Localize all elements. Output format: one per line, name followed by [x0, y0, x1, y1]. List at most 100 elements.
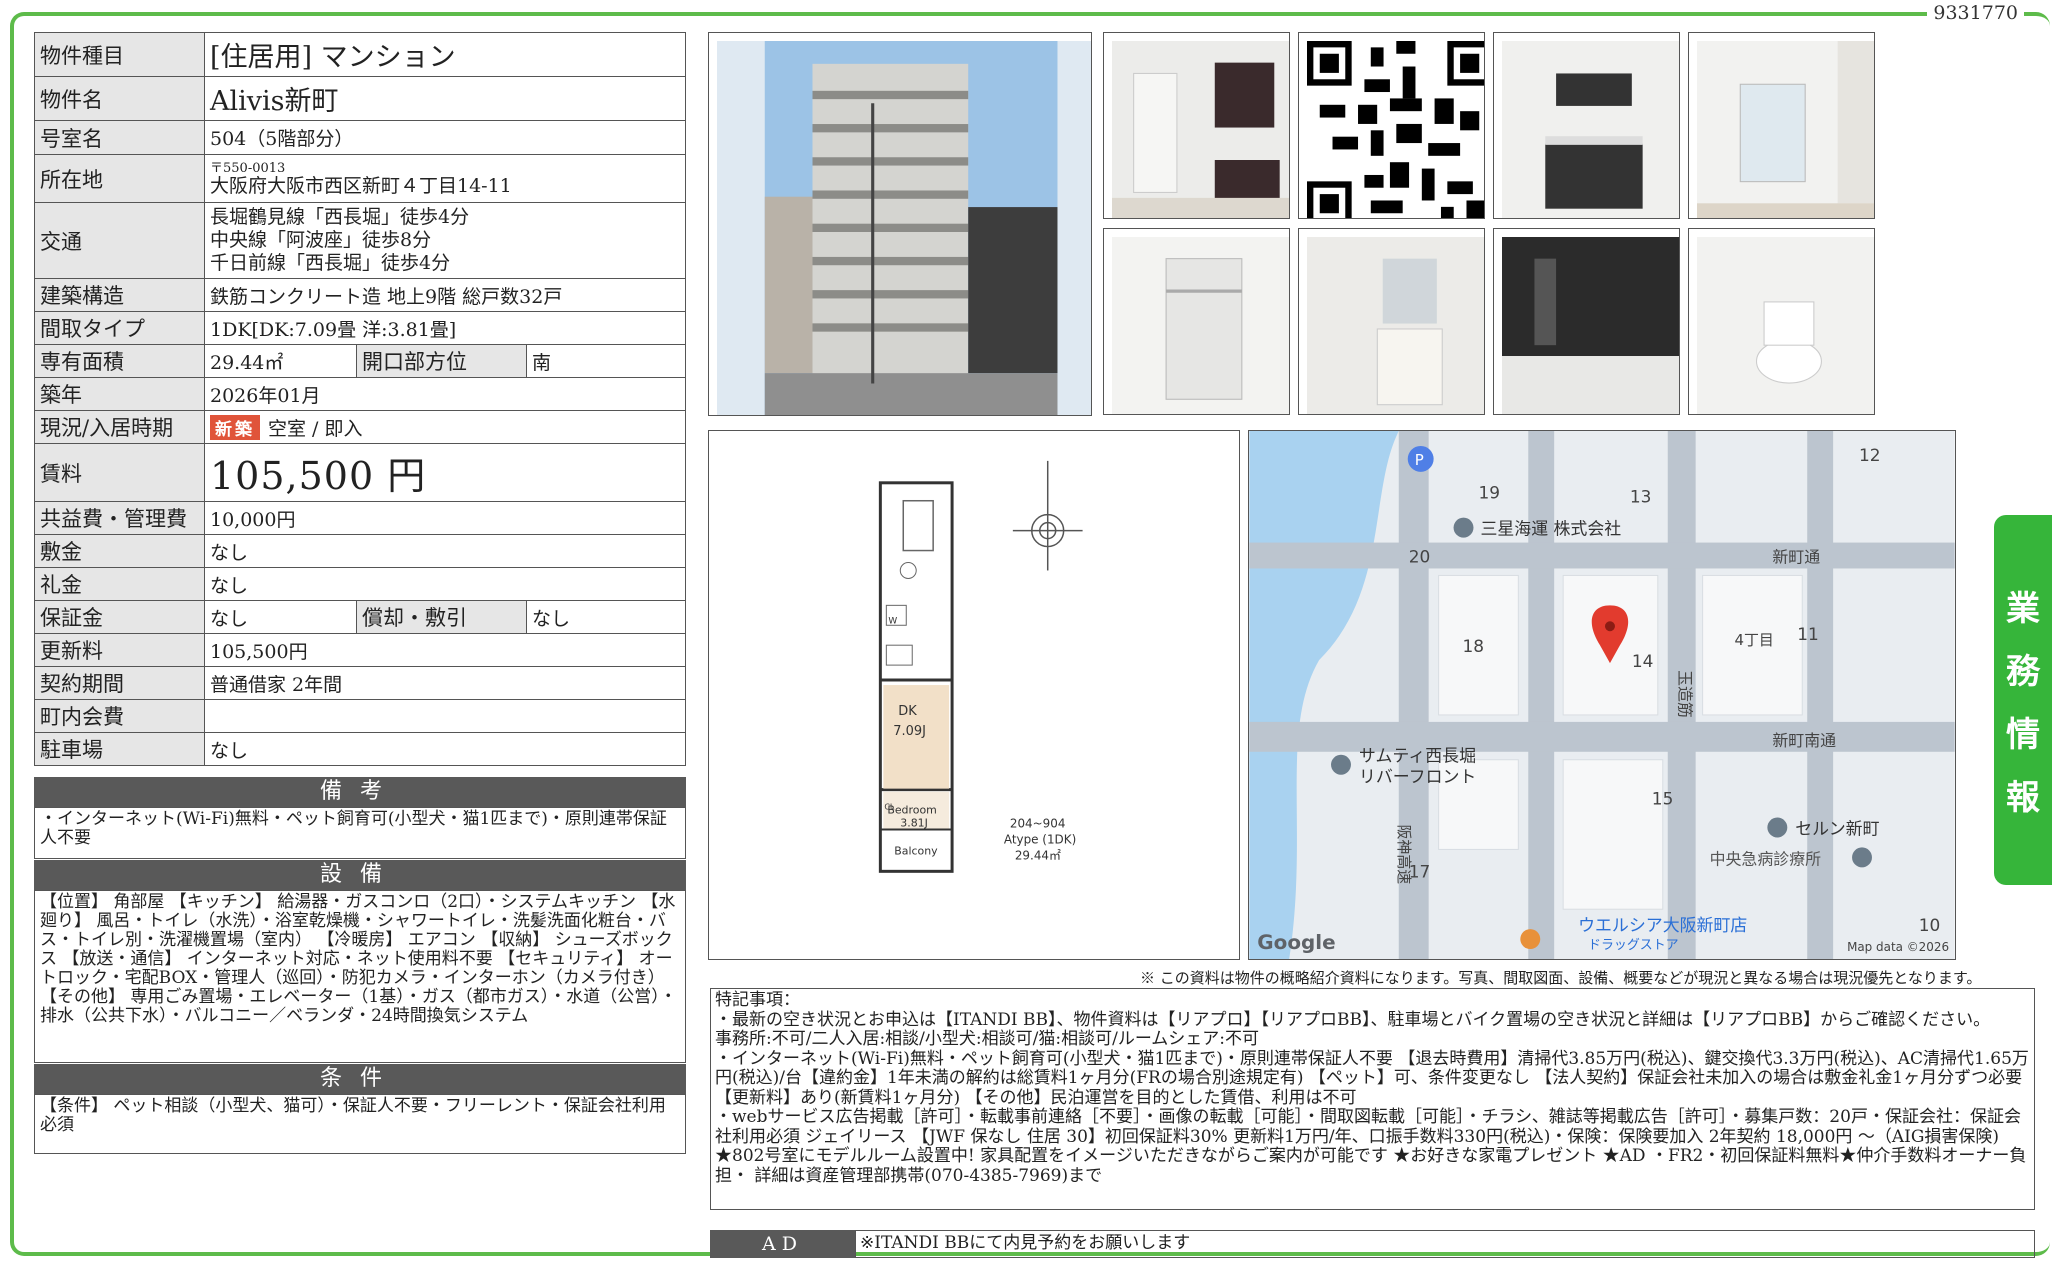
town-fee-label: 町内会費	[34, 699, 205, 733]
room-photo-4[interactable]	[1103, 228, 1290, 415]
floor-plan[interactable]: DK 7.09J Bedroom 3.81J W CL Balcony 204~…	[708, 430, 1240, 960]
rent-value: 105,500 円	[204, 443, 686, 502]
direction-value: 南	[526, 344, 686, 378]
amortization-label: 償却・敷引	[356, 600, 527, 634]
amortization-value: なし	[526, 600, 686, 634]
keymoney-label: 礼金	[34, 567, 205, 601]
type-value: [住居用] マンション	[204, 32, 686, 77]
layout-label: 間取タイプ	[34, 311, 205, 345]
google-logo: Google	[1257, 931, 1335, 954]
address-label: 所在地	[34, 154, 205, 203]
area-value: 29.44㎡	[204, 344, 357, 378]
unit-range: 204~904	[1010, 816, 1066, 830]
washer-label: W	[888, 616, 897, 626]
bedroom-size-label: 3.81J	[900, 817, 928, 830]
ad-value: ※ITANDI BBにて内見予約をお願いします	[855, 1230, 2035, 1258]
washroom-image	[1307, 237, 1484, 414]
conditions-header: 条件	[34, 1064, 686, 1094]
block-18: 18	[1463, 636, 1485, 656]
access-line: 長堀鶴見線「西長堀」徒歩4分	[210, 206, 470, 228]
structure-value: 鉄筋コンクリート造 地上9階 総戸数32戸	[204, 278, 686, 312]
disclaimer: ※ この資料は物件の概略紹介資料になります。写真、間取図面、設備、概要などが現況…	[1140, 969, 1982, 987]
tab-char: 報	[2006, 778, 2040, 818]
room-photo-1[interactable]	[1103, 32, 1290, 219]
block-13: 13	[1630, 487, 1652, 507]
access-label: 交通	[34, 202, 205, 279]
block-12: 12	[1859, 445, 1881, 465]
floor-plan-drawing: DK 7.09J Bedroom 3.81J W CL Balcony 204~…	[878, 460, 1083, 873]
location-map[interactable]: P 19 13 12 20 18 14 11 15 17 10 三星海運 株式会…	[1248, 430, 1956, 960]
fee-label: 共益費・管理費	[34, 501, 205, 535]
contract-label: 契約期間	[34, 666, 205, 700]
new-build-badge: 新築	[210, 414, 260, 440]
special-notes: 特記事項： ・最新の空き状況とお申込は【ITANDI BB】、物件資料は【リアプ…	[710, 988, 2035, 1210]
svg-text:P: P	[1415, 451, 1424, 469]
keymoney-value: なし	[204, 567, 686, 601]
remarks-header: 備考	[34, 777, 686, 807]
bathroom-image	[1502, 237, 1679, 414]
room-window-image	[1697, 41, 1874, 218]
deposit-value: なし	[204, 534, 686, 568]
renewal-label: 更新料	[34, 633, 205, 667]
block-15: 15	[1652, 789, 1674, 809]
room-photo-3[interactable]	[1688, 32, 1875, 219]
fee-value: 10,000円	[204, 501, 686, 535]
closet-label: CL	[884, 803, 895, 812]
business-info-tab[interactable]: 業 務 情 報	[1994, 515, 2052, 885]
room-label: 号室名	[34, 120, 205, 155]
tab-char: 情	[2006, 715, 2040, 755]
poi-welcia: ウエルシア大阪新町店	[1578, 915, 1747, 935]
poi-clinic: 中央急病診療所	[1710, 849, 1822, 868]
room-photo-6[interactable]	[1493, 228, 1680, 415]
block-20: 20	[1409, 547, 1431, 567]
structure-label: 建築構造	[34, 278, 205, 312]
address-value: 大阪府大阪市西区新町４丁目14-11	[210, 174, 512, 197]
direction-label: 開口部方位	[356, 344, 527, 378]
building-image	[717, 41, 1091, 415]
map-attribution: Map data ©2026	[1847, 940, 1949, 954]
postal-code: 〒550-0013	[210, 160, 286, 176]
town-fee-value	[204, 699, 686, 733]
room-photo-7[interactable]	[1688, 228, 1875, 415]
status-value: 空室 / 即入	[268, 417, 363, 440]
dk-label: DK	[898, 704, 917, 719]
block-10: 10	[1919, 915, 1941, 935]
poi-samty-2: リバーフロント	[1359, 767, 1476, 787]
tab-char: 務	[2006, 652, 2040, 692]
building-photo[interactable]	[708, 32, 1092, 416]
room-photo-2[interactable]	[1493, 32, 1680, 219]
conditions-body: 【条件】 ペット相談（小型犬、猫可）・保証人不要・フリーレント・保証会社利用必須	[34, 1094, 686, 1154]
contract-value: 普通借家 2年間	[204, 666, 686, 700]
room-photo-5[interactable]	[1298, 228, 1485, 415]
guarantee-value: なし	[204, 600, 357, 634]
equipment-body: 【位置】 角部屋 【キッチン】 給湯器・ガスコンロ（2口）・システムキッチン 【…	[34, 890, 686, 1063]
type-label: 物件種目	[34, 32, 205, 77]
poi-samty: サムティ西長堀	[1359, 746, 1476, 766]
room-value: 504（5階部分）	[204, 120, 686, 155]
parking-label: 駐車場	[34, 732, 205, 766]
kitchen-image	[1502, 41, 1679, 218]
layout-value: 1DK[DK:7.09畳 洋:3.81畳]	[204, 311, 686, 345]
poi-serun: セルン新町	[1795, 818, 1879, 838]
street-shinmachi: 新町通	[1772, 548, 1820, 567]
built-value: 2026年01月	[204, 377, 686, 411]
map-drawing: P 19 13 12 20 18 14 11 15 17 10 三星海運 株式会…	[1249, 431, 1955, 959]
parking-value: なし	[204, 732, 686, 766]
block-11: 11	[1797, 624, 1819, 644]
poi-sansei: 三星海運 株式会社	[1480, 519, 1621, 539]
property-id: 9331770	[1927, 2, 2024, 24]
block-19: 19	[1478, 483, 1500, 503]
status-label: 現況/入居時期	[34, 410, 205, 444]
rent-label: 賃料	[34, 443, 205, 502]
block-14: 14	[1632, 651, 1654, 671]
balcony-label: Balcony	[894, 844, 938, 857]
closet-image	[1112, 237, 1289, 414]
access-line: 中央線「阿波座」徒歩8分	[210, 229, 432, 251]
street-shinmachi-minami: 新町南通	[1772, 731, 1836, 750]
qr-code-icon	[1307, 41, 1484, 218]
built-label: 築年	[34, 377, 205, 411]
qr-code[interactable]	[1298, 32, 1485, 219]
ad-label: AD	[710, 1230, 855, 1258]
access-line: 千日前線「西長堀」徒歩4分	[210, 252, 451, 274]
street-hanshin: 阪神高速	[1395, 825, 1413, 885]
